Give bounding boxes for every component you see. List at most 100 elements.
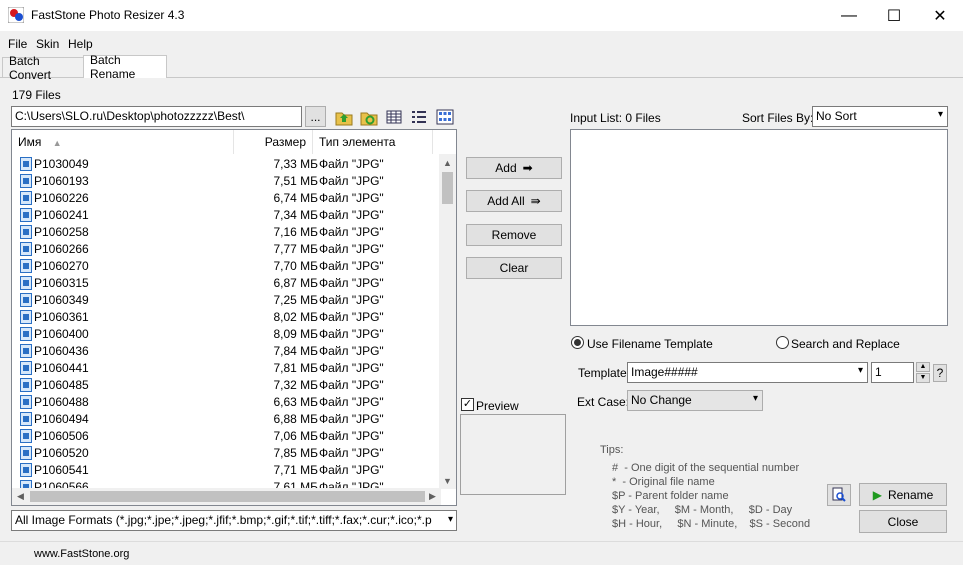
template-mode-label[interactable]: Use Filename Template [587,337,713,351]
play-icon: ▶ [872,487,882,502]
jpg-file-icon [20,174,32,188]
file-name: P1060441 [34,361,89,375]
format-filter-select[interactable]: All Image Formats (*.jpg;*.jpe;*.jpeg;*.… [11,510,457,531]
refresh-folder-icon[interactable] [359,107,379,127]
input-list[interactable] [570,129,948,326]
table-row[interactable]: P1030049 7,33 МБ Файл "JPG" [12,155,442,172]
table-row[interactable]: P1060241 7,34 МБ Файл "JPG" [12,206,442,223]
remove-button[interactable]: Remove [466,224,562,246]
menu-help[interactable]: Help [68,37,93,51]
vertical-scrollbar[interactable]: ▲ ▼ [439,154,456,489]
table-row[interactable]: P1060349 7,25 МБ Файл "JPG" [12,291,442,308]
table-row[interactable]: P1060441 7,81 МБ Файл "JPG" [12,359,442,376]
template-help-button[interactable]: ? [933,364,947,382]
website-link[interactable]: www.FastStone.org [34,548,129,560]
table-row[interactable]: P1060506 7,06 МБ Файл "JPG" [12,427,442,444]
jpg-file-icon [20,293,32,307]
add-all-button[interactable]: Add All ⇛ [466,190,562,212]
column-header-name[interactable]: Имя ▲ [12,130,234,154]
file-name: P1060266 [34,242,89,256]
jpg-file-icon [20,412,32,426]
template-mode-radio[interactable] [571,336,584,349]
file-name: P1060270 [34,259,89,273]
ext-case-label: Ext Case: [577,395,630,409]
file-size: 7,16 МБ [273,225,318,239]
file-size: 7,84 МБ [273,344,318,358]
table-row[interactable]: P1060193 7,51 МБ Файл "JPG" [12,172,442,189]
minimize-button[interactable]: — [826,0,872,31]
add-button[interactable]: Add ➡ [466,157,562,179]
details-view-icon[interactable] [384,107,404,127]
template-input[interactable]: Image##### ▾ [627,362,868,383]
jpg-file-icon [20,378,32,392]
table-row[interactable]: P1060488 6,63 МБ Файл "JPG" [12,393,442,410]
ext-case-select[interactable]: No Change ▾ [627,390,763,411]
table-row[interactable]: P1060266 7,77 МБ Файл "JPG" [12,240,442,257]
menu-file[interactable]: File [8,37,27,51]
table-row[interactable]: P1060258 7,16 МБ Файл "JPG" [12,223,442,240]
table-row[interactable]: P1060270 7,70 МБ Файл "JPG" [12,257,442,274]
chevron-down-icon: ▾ [447,514,453,525]
tip-line: $P - Parent folder name [612,490,729,502]
thumbnail-view-icon[interactable] [435,107,455,127]
file-list[interactable]: Имя ▲ Размер Тип элемента P1030049 7,33 М… [11,129,457,506]
add-all-button-label: Add All [487,194,525,208]
table-row[interactable]: P1060485 7,32 МБ Файл "JPG" [12,376,442,393]
jpg-file-icon [20,276,32,290]
preview-checkbox[interactable]: ✓ [461,398,474,411]
file-size: 7,06 МБ [273,429,318,443]
scroll-left-arrow-icon[interactable]: ◀ [12,488,29,505]
folder-up-icon[interactable] [334,107,354,127]
scroll-right-arrow-icon[interactable]: ▶ [424,488,441,505]
tip-line: $Y - Year, $M - Month, $D - Day [612,504,793,516]
file-size: 7,77 МБ [273,242,318,256]
start-number-stepper[interactable]: ▲ ▼ [916,362,930,383]
table-row[interactable]: P1060226 6,74 МБ Файл "JPG" [12,189,442,206]
input-list-label: Input List: 0 Files [570,111,661,125]
rename-button-label: Rename [887,487,934,502]
start-number-input[interactable]: 1 [871,362,914,383]
file-name: P1030049 [34,157,89,171]
folder-path-input[interactable]: C:\Users\SLO.ru\Desktop\photozzzzz\Best\ [11,106,302,127]
table-row[interactable]: P1060494 6,88 МБ Файл "JPG" [12,410,442,427]
stepper-down-icon[interactable]: ▼ [916,373,930,383]
file-name: P1060506 [34,429,89,443]
column-header-size[interactable]: Размер [234,130,313,154]
column-header-type[interactable]: Тип элемента [313,130,433,154]
vertical-scroll-thumb[interactable] [442,172,453,204]
file-type: Файл "JPG" [319,242,384,256]
table-row[interactable]: P1060541 7,71 МБ Файл "JPG" [12,461,442,478]
scroll-up-arrow-icon[interactable]: ▲ [439,154,456,171]
preview-rename-button[interactable] [827,484,851,506]
browse-button[interactable]: ... [305,106,326,127]
table-row[interactable]: P1060400 8,09 МБ Файл "JPG" [12,325,442,342]
search-replace-label[interactable]: Search and Replace [791,337,900,351]
table-row[interactable]: P1060436 7,84 МБ Файл "JPG" [12,342,442,359]
table-row[interactable]: P1060361 8,02 МБ Файл "JPG" [12,308,442,325]
close-window-button[interactable]: ✕ [917,0,963,31]
list-view-icon[interactable] [409,107,429,127]
search-replace-radio[interactable] [776,336,789,349]
file-size: 7,85 МБ [273,446,318,460]
file-size: 8,09 МБ [273,327,318,341]
tab-batch-convert[interactable]: Batch Convert [2,54,84,82]
horizontal-scrollbar[interactable]: ◀ ▶ [12,488,441,505]
clear-button[interactable]: Clear [466,257,562,279]
close-button[interactable]: Close [859,510,947,533]
menu-skin[interactable]: Skin [36,37,59,51]
jpg-file-icon [20,242,32,256]
file-type: Файл "JPG" [319,276,384,290]
stepper-up-icon[interactable]: ▲ [916,362,930,372]
sort-select[interactable]: No Sort ▾ [812,106,948,127]
file-name: P1060193 [34,174,89,188]
scroll-down-arrow-icon[interactable]: ▼ [439,472,456,489]
table-row[interactable]: P1060315 6,87 МБ Файл "JPG" [12,274,442,291]
maximize-button[interactable]: ☐ [871,0,917,31]
file-type: Файл "JPG" [319,157,384,171]
horizontal-scroll-thumb[interactable] [30,491,425,502]
tab-batch-rename[interactable]: Batch Rename [83,53,167,81]
rename-button[interactable]: ▶ Rename [859,483,947,506]
ext-case-value: No Change [631,393,692,407]
file-name: P1060258 [34,225,89,239]
table-row[interactable]: P1060520 7,85 МБ Файл "JPG" [12,444,442,461]
